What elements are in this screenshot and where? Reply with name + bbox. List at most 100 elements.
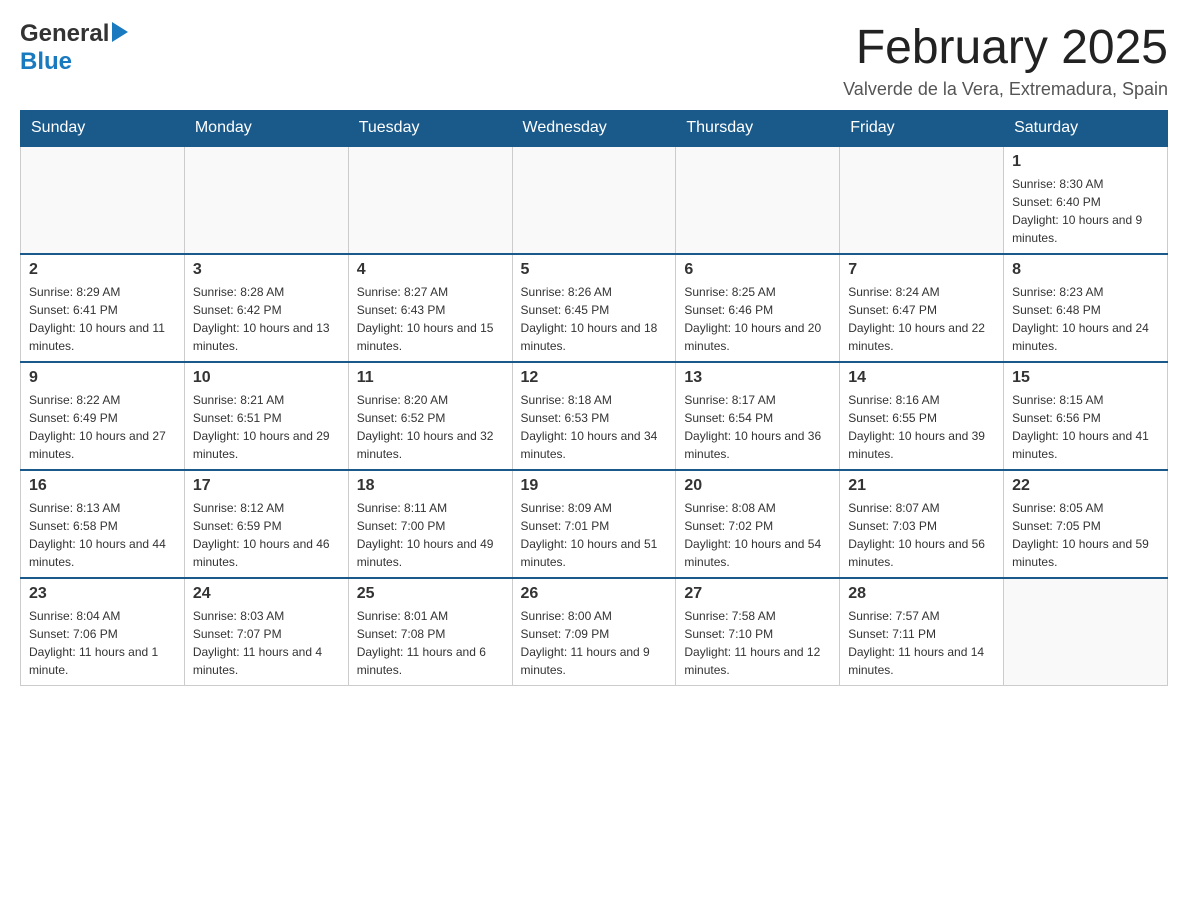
- weekday-header-monday: Monday: [184, 111, 348, 147]
- day-number: 26: [521, 585, 668, 603]
- day-number: 6: [684, 261, 831, 279]
- day-number: 14: [848, 369, 995, 387]
- day-number: 9: [29, 369, 176, 387]
- day-number: 15: [1012, 369, 1159, 387]
- calendar-cell: 28 Sunrise: 7:57 AM Sunset: 7:11 PM Dayli…: [840, 578, 1004, 686]
- calendar-cell: 21 Sunrise: 8:07 AM Sunset: 7:03 PM Dayli…: [840, 470, 1004, 578]
- calendar-cell: [840, 146, 1004, 254]
- calendar-cell: 9 Sunrise: 8:22 AM Sunset: 6:49 PM Daylig…: [21, 362, 185, 470]
- day-number: 8: [1012, 261, 1159, 279]
- page-header: General Blue February 2025 Valverde de l…: [20, 20, 1168, 100]
- day-info: Sunrise: 8:05 AM Sunset: 7:05 PM Dayligh…: [1012, 499, 1159, 571]
- day-number: 10: [193, 369, 340, 387]
- calendar-table: SundayMondayTuesdayWednesdayThursdayFrid…: [20, 110, 1168, 686]
- calendar-cell: 25Sunrise: 8:01 AM Sunset: 7:08 PM Dayli…: [348, 578, 512, 686]
- day-number: 23: [29, 585, 176, 603]
- calendar-cell: 17 Sunrise: 8:12 AM Sunset: 6:59 PM Dayli…: [184, 470, 348, 578]
- title-section: February 2025 Valverde de la Vera, Extre…: [843, 20, 1168, 100]
- day-info: Sunrise: 8:28 AM Sunset: 6:42 PM Dayligh…: [193, 283, 340, 355]
- day-info: Sunrise: 8:09 AM Sunset: 7:01 PM Dayligh…: [521, 499, 668, 571]
- day-number: 18: [357, 477, 504, 495]
- day-info: Sunrise: 8:01 AM Sunset: 7:08 PM Dayligh…: [357, 607, 504, 679]
- logo-blue-text: Blue: [20, 48, 72, 76]
- calendar-cell: 2 Sunrise: 8:29 AM Sunset: 6:41 PM Daylig…: [21, 254, 185, 362]
- day-number: 3: [193, 261, 340, 279]
- calendar-cell: 1 Sunrise: 8:30 AM Sunset: 6:40 PM Daylig…: [1004, 146, 1168, 254]
- day-info: Sunrise: 8:00 AM Sunset: 7:09 PM Dayligh…: [521, 607, 668, 679]
- calendar-cell: 14 Sunrise: 8:16 AM Sunset: 6:55 PM Dayli…: [840, 362, 1004, 470]
- day-info: Sunrise: 8:13 AM Sunset: 6:58 PM Dayligh…: [29, 499, 176, 571]
- day-number: 13: [684, 369, 831, 387]
- weekday-header-wednesday: Wednesday: [512, 111, 676, 147]
- day-info: Sunrise: 8:16 AM Sunset: 6:55 PM Dayligh…: [848, 391, 995, 463]
- day-number: 2: [29, 261, 176, 279]
- calendar-cell: 26 Sunrise: 8:00 AM Sunset: 7:09 PM Dayli…: [512, 578, 676, 686]
- calendar-cell: [348, 146, 512, 254]
- day-number: 11: [357, 369, 504, 387]
- day-info: Sunrise: 8:30 AM Sunset: 6:40 PM Dayligh…: [1012, 175, 1159, 247]
- calendar-cell: 11 Sunrise: 8:20 AM Sunset: 6:52 PM Dayli…: [348, 362, 512, 470]
- calendar-cell: 19 Sunrise: 8:09 AM Sunset: 7:01 PM Dayli…: [512, 470, 676, 578]
- day-info: Sunrise: 7:58 AM Sunset: 7:10 PM Dayligh…: [684, 607, 831, 679]
- location-subtitle: Valverde de la Vera, Extremadura, Spain: [843, 79, 1168, 100]
- logo: General Blue: [20, 20, 128, 76]
- calendar-cell: [21, 146, 185, 254]
- calendar-cell: [512, 146, 676, 254]
- day-info: Sunrise: 8:20 AM Sunset: 6:52 PM Dayligh…: [357, 391, 504, 463]
- day-info: Sunrise: 8:26 AM Sunset: 6:45 PM Dayligh…: [521, 283, 668, 355]
- day-number: 1: [1012, 153, 1159, 171]
- weekday-header-tuesday: Tuesday: [348, 111, 512, 147]
- calendar-cell: 12Sunrise: 8:18 AM Sunset: 6:53 PM Dayli…: [512, 362, 676, 470]
- day-info: Sunrise: 8:23 AM Sunset: 6:48 PM Dayligh…: [1012, 283, 1159, 355]
- day-info: Sunrise: 8:04 AM Sunset: 7:06 PM Dayligh…: [29, 607, 176, 679]
- logo-arrow-icon: [112, 22, 128, 42]
- day-info: Sunrise: 8:21 AM Sunset: 6:51 PM Dayligh…: [193, 391, 340, 463]
- day-number: 19: [521, 477, 668, 495]
- day-info: Sunrise: 8:27 AM Sunset: 6:43 PM Dayligh…: [357, 283, 504, 355]
- day-info: Sunrise: 8:29 AM Sunset: 6:41 PM Dayligh…: [29, 283, 176, 355]
- day-number: 7: [848, 261, 995, 279]
- day-info: Sunrise: 8:07 AM Sunset: 7:03 PM Dayligh…: [848, 499, 995, 571]
- day-info: Sunrise: 8:24 AM Sunset: 6:47 PM Dayligh…: [848, 283, 995, 355]
- day-info: Sunrise: 8:11 AM Sunset: 7:00 PM Dayligh…: [357, 499, 504, 571]
- day-number: 24: [193, 585, 340, 603]
- calendar-cell: 4 Sunrise: 8:27 AM Sunset: 6:43 PM Daylig…: [348, 254, 512, 362]
- calendar-cell: 16 Sunrise: 8:13 AM Sunset: 6:58 PM Dayli…: [21, 470, 185, 578]
- calendar-cell: [1004, 578, 1168, 686]
- day-info: Sunrise: 8:22 AM Sunset: 6:49 PM Dayligh…: [29, 391, 176, 463]
- day-number: 27: [684, 585, 831, 603]
- calendar-cell: 27 Sunrise: 7:58 AM Sunset: 7:10 PM Dayli…: [676, 578, 840, 686]
- weekday-header-saturday: Saturday: [1004, 111, 1168, 147]
- calendar-cell: 13 Sunrise: 8:17 AM Sunset: 6:54 PM Dayli…: [676, 362, 840, 470]
- calendar-cell: [676, 146, 840, 254]
- weekday-header-sunday: Sunday: [21, 111, 185, 147]
- day-info: Sunrise: 7:57 AM Sunset: 7:11 PM Dayligh…: [848, 607, 995, 679]
- calendar-cell: 3 Sunrise: 8:28 AM Sunset: 6:42 PM Daylig…: [184, 254, 348, 362]
- day-number: 21: [848, 477, 995, 495]
- weekday-header-friday: Friday: [840, 111, 1004, 147]
- day-number: 22: [1012, 477, 1159, 495]
- calendar-cell: 8 Sunrise: 8:23 AM Sunset: 6:48 PM Daylig…: [1004, 254, 1168, 362]
- logo-general-text: General: [20, 20, 109, 48]
- calendar-week-row: 23 Sunrise: 8:04 AM Sunset: 7:06 PM Dayli…: [21, 578, 1168, 686]
- day-number: 28: [848, 585, 995, 603]
- day-info: Sunrise: 8:12 AM Sunset: 6:59 PM Dayligh…: [193, 499, 340, 571]
- calendar-cell: 20Sunrise: 8:08 AM Sunset: 7:02 PM Dayli…: [676, 470, 840, 578]
- day-info: Sunrise: 8:08 AM Sunset: 7:02 PM Dayligh…: [684, 499, 831, 571]
- calendar-week-row: 16 Sunrise: 8:13 AM Sunset: 6:58 PM Dayli…: [21, 470, 1168, 578]
- day-info: Sunrise: 8:15 AM Sunset: 6:56 PM Dayligh…: [1012, 391, 1159, 463]
- calendar-week-row: 1 Sunrise: 8:30 AM Sunset: 6:40 PM Daylig…: [21, 146, 1168, 254]
- day-number: 5: [521, 261, 668, 279]
- day-number: 4: [357, 261, 504, 279]
- day-number: 17: [193, 477, 340, 495]
- calendar-cell: 6Sunrise: 8:25 AM Sunset: 6:46 PM Daylig…: [676, 254, 840, 362]
- weekday-header-row: SundayMondayTuesdayWednesdayThursdayFrid…: [21, 111, 1168, 147]
- day-info: Sunrise: 8:17 AM Sunset: 6:54 PM Dayligh…: [684, 391, 831, 463]
- calendar-cell: 22 Sunrise: 8:05 AM Sunset: 7:05 PM Dayli…: [1004, 470, 1168, 578]
- calendar-cell: 24Sunrise: 8:03 AM Sunset: 7:07 PM Dayli…: [184, 578, 348, 686]
- day-info: Sunrise: 8:18 AM Sunset: 6:53 PM Dayligh…: [521, 391, 668, 463]
- calendar-cell: 5 Sunrise: 8:26 AM Sunset: 6:45 PM Daylig…: [512, 254, 676, 362]
- calendar-cell: 10 Sunrise: 8:21 AM Sunset: 6:51 PM Dayli…: [184, 362, 348, 470]
- day-number: 16: [29, 477, 176, 495]
- weekday-header-thursday: Thursday: [676, 111, 840, 147]
